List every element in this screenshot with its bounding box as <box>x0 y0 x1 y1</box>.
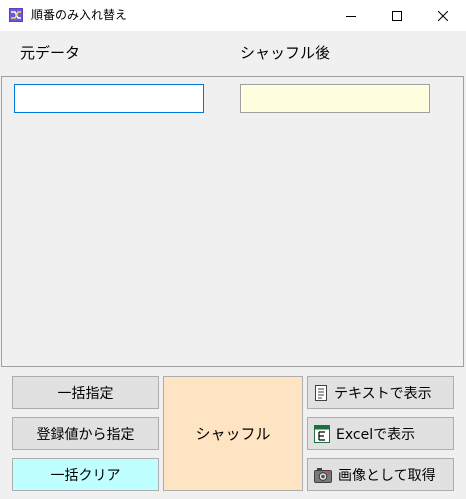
title-bar: 順番のみ入れ替え <box>0 0 466 31</box>
set-from-registered-button[interactable]: 登録値から指定 <box>12 417 159 450</box>
shuffled-result-field[interactable] <box>240 84 430 113</box>
bulk-clear-label: 一括クリア <box>50 467 121 484</box>
bulk-set-button[interactable]: 一括指定 <box>12 376 159 409</box>
camera-icon <box>314 467 332 483</box>
show-in-excel-label: Excelで表示 <box>336 426 416 443</box>
source-data-input[interactable] <box>14 84 204 113</box>
maximize-icon <box>392 10 402 21</box>
close-button[interactable] <box>420 0 466 31</box>
show-in-excel-button[interactable]: Excelで表示 <box>307 417 454 450</box>
maximize-button[interactable] <box>374 0 420 31</box>
capture-image-button[interactable]: 画像として取得 <box>307 458 454 491</box>
excel-icon <box>314 424 330 443</box>
data-panel <box>1 76 464 367</box>
minimize-icon <box>346 11 356 21</box>
set-from-registered-label: 登録値から指定 <box>36 426 135 443</box>
window-title: 順番のみ入れ替え <box>31 8 128 22</box>
bulk-set-label: 一括指定 <box>57 385 114 402</box>
shuffle-button[interactable]: シャッフル <box>163 376 303 491</box>
source-column-label: 元データ <box>20 44 81 62</box>
close-icon <box>438 10 448 21</box>
result-column-label: シャッフル後 <box>240 44 331 62</box>
minimize-button[interactable] <box>328 0 374 31</box>
show-as-text-label: テキストで表示 <box>334 385 432 402</box>
document-icon <box>314 384 328 401</box>
shuffle-label: シャッフル <box>195 425 271 443</box>
bulk-clear-button[interactable]: 一括クリア <box>12 458 159 491</box>
shuffle-app-icon <box>9 8 23 22</box>
capture-image-label: 画像として取得 <box>338 467 436 484</box>
show-as-text-button[interactable]: テキストで表示 <box>307 376 454 409</box>
